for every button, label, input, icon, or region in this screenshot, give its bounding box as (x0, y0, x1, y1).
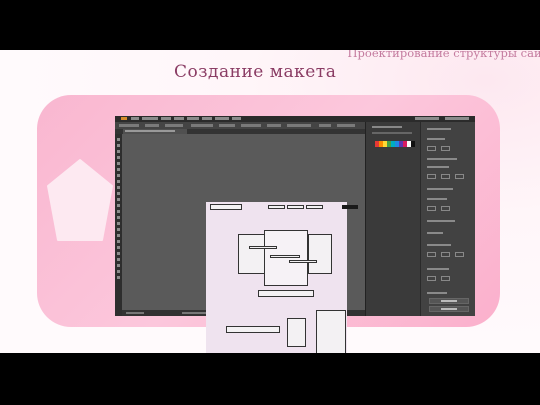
slide-subtitle: Проектирование структуры сайт (347, 50, 540, 60)
wireframe-logo-box (210, 204, 242, 210)
wireframe-nav-item (287, 205, 304, 209)
color-spectrum[interactable] (375, 141, 415, 147)
wireframe-caption-center (270, 255, 300, 258)
wireframe-slide-center (264, 230, 308, 286)
wireframe-nav-item (306, 205, 323, 209)
artboard-wireframe (206, 202, 358, 353)
wireframe-slide-right (308, 234, 332, 274)
panel-button-2[interactable] (429, 306, 469, 312)
pentagon-shape (47, 159, 113, 241)
properties-panel (420, 122, 475, 316)
slide-title: Создание макета (174, 62, 337, 82)
wireframe-button (342, 205, 358, 209)
wireframe-button-bar (258, 290, 314, 297)
wireframe-card-large (316, 310, 346, 353)
wireframe-slide-left (238, 234, 266, 274)
wireframe-text-line (226, 326, 280, 333)
wireframe-card-small (287, 318, 306, 347)
wireframe-caption-right (289, 260, 317, 263)
wireframe-nav-item (268, 205, 285, 209)
panel-button-1[interactable] (429, 298, 469, 304)
tools-panel (115, 134, 122, 316)
presentation-slide: Проектирование структуры сайт Создание м… (0, 50, 540, 353)
wireframe-caption-left (249, 246, 277, 249)
